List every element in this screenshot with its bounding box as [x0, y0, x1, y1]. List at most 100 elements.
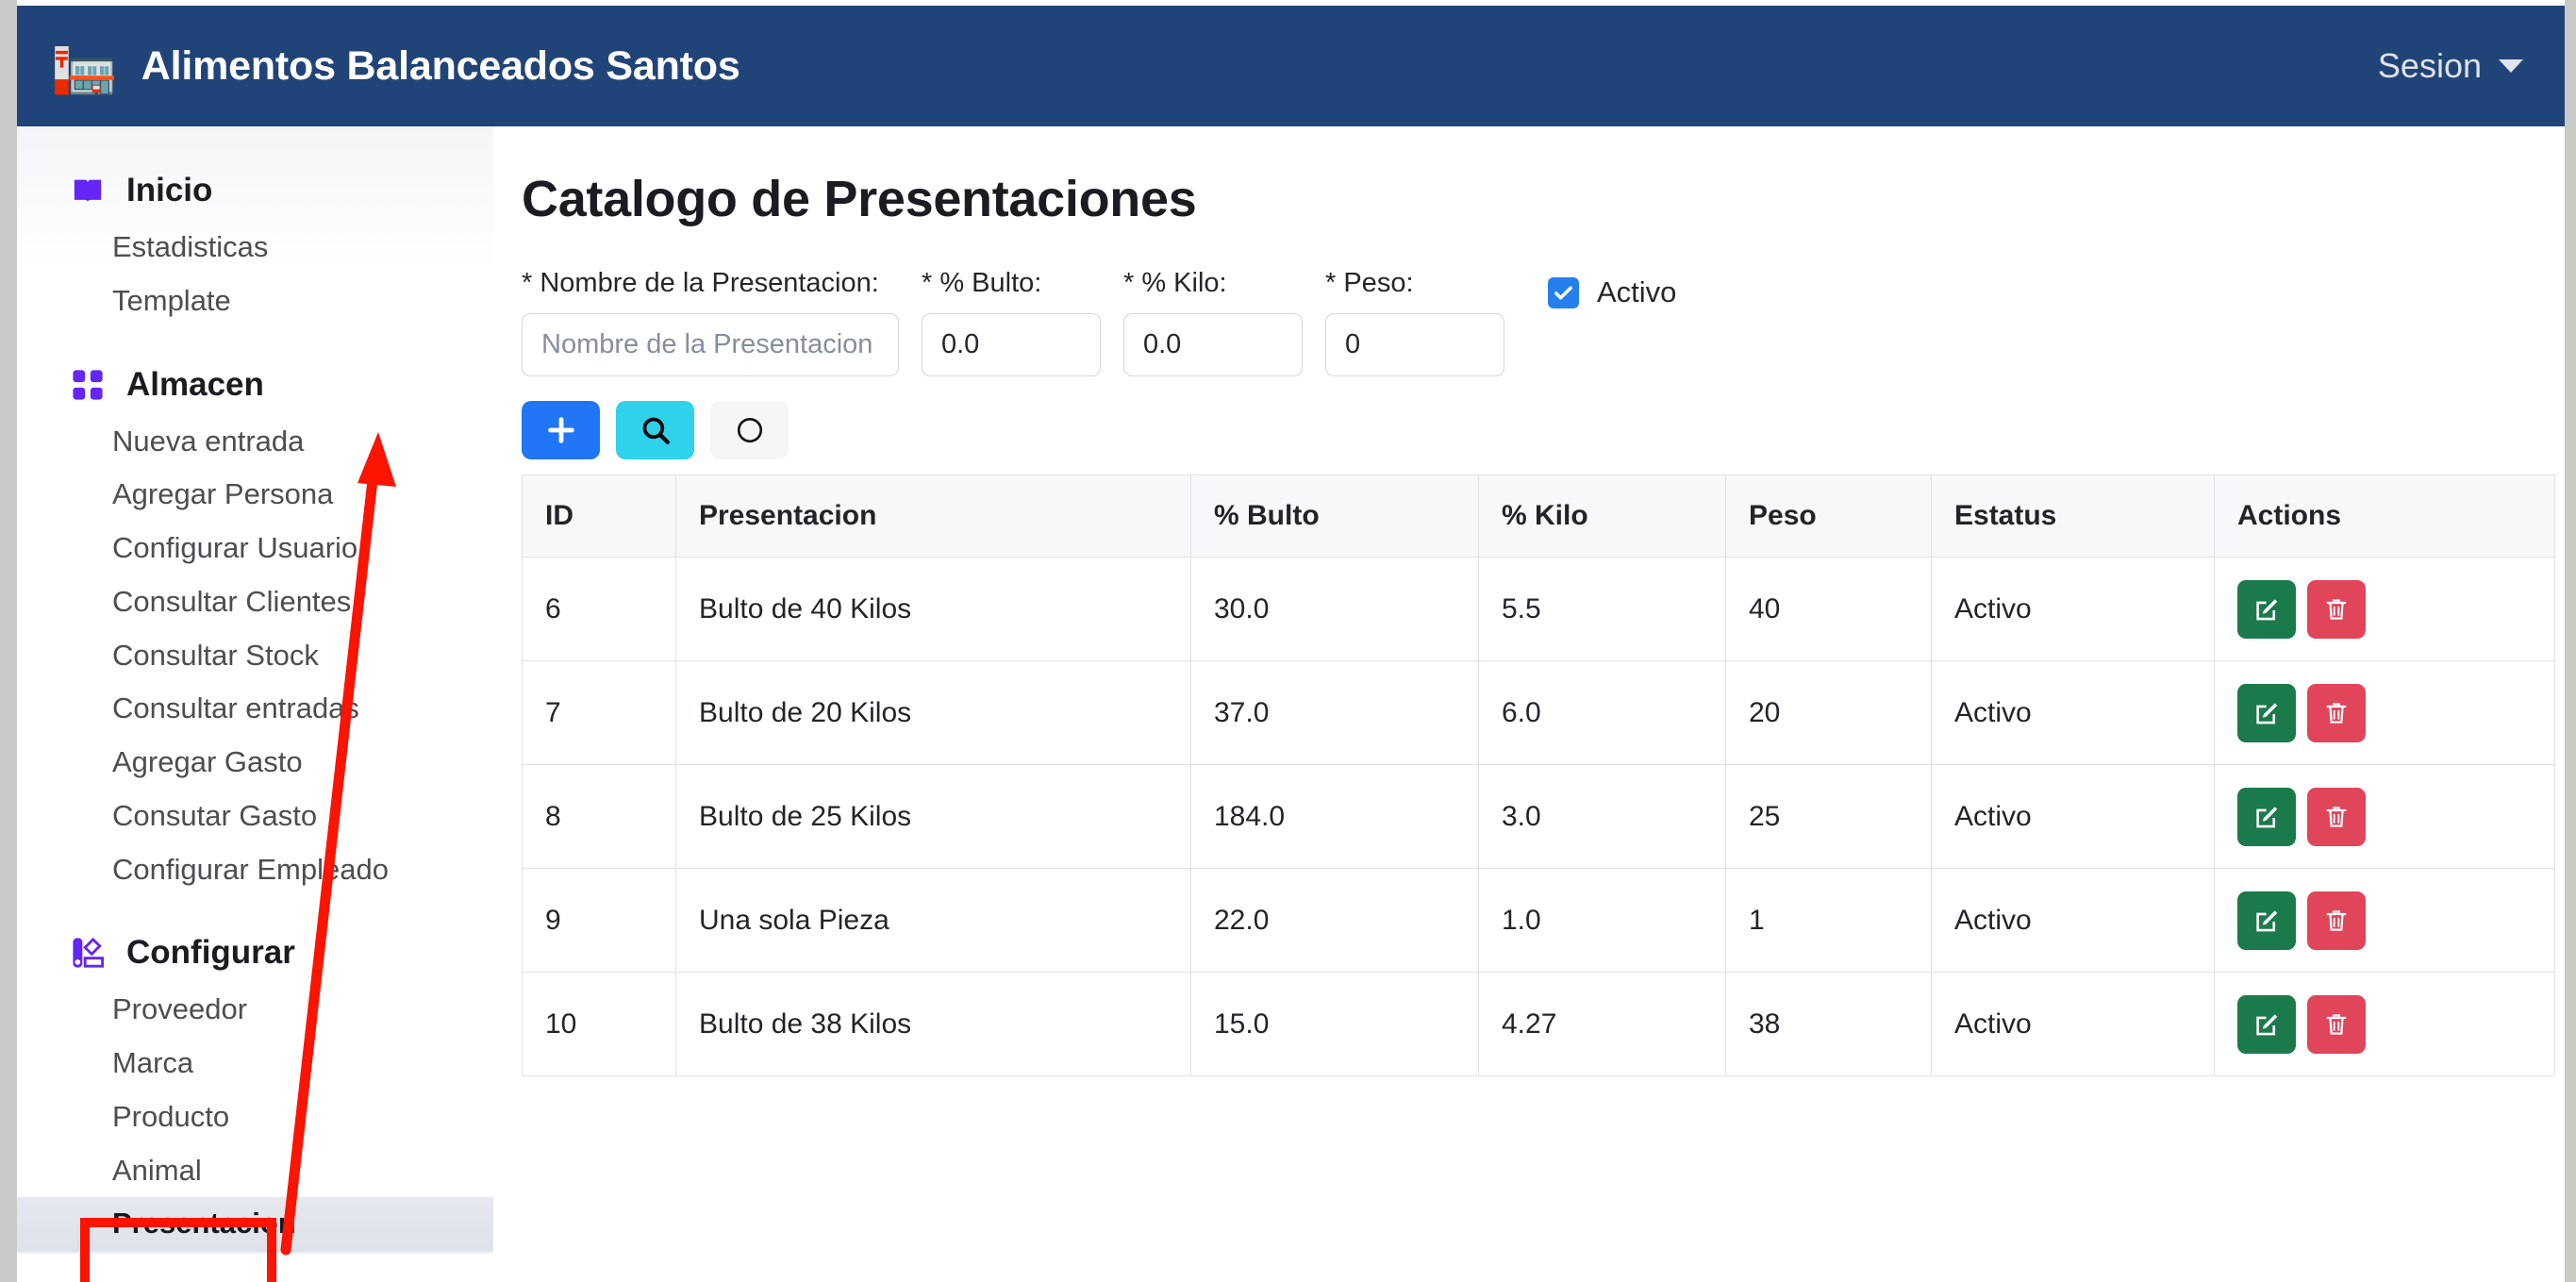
delete-button[interactable] — [2307, 891, 2366, 950]
cell-presentacion: Bulto de 25 Kilos — [675, 764, 1191, 869]
sidebar-item-configurar-empleado[interactable]: Configurar Empleado — [17, 843, 493, 897]
edit-button[interactable] — [2237, 579, 2296, 639]
table-row: 9 Una sola Pieza 22.0 1.0 1 Activo — [522, 868, 2555, 973]
trash-icon — [2326, 806, 2347, 827]
circle-icon — [737, 417, 762, 443]
trash-icon — [2326, 598, 2347, 620]
sidebar-item-proveedor[interactable]: Proveedor — [17, 983, 493, 1037]
search-icon — [642, 417, 670, 444]
sidebar-section-almacen[interactable]: Almacen — [17, 360, 493, 409]
column-header-actions: Actions — [2214, 475, 2555, 558]
column-header-presentacion[interactable]: Presentacion — [675, 475, 1191, 558]
cell-bulto: 30.0 — [1190, 557, 1479, 661]
pencil-square-icon — [2256, 1013, 2278, 1035]
sidebar-item-consultar-stock[interactable]: Consultar Stock — [17, 629, 493, 683]
table-row: 10 Bulto de 38 Kilos 15.0 4.27 38 Activo — [522, 972, 2555, 1076]
cell-actions — [2214, 764, 2555, 869]
table-header: ID Presentacion % Bulto % Kilo Peso Esta… — [522, 475, 2555, 558]
cell-kilo: 3.0 — [1478, 764, 1726, 869]
edit-button[interactable] — [2237, 683, 2296, 742]
pencil-square-icon — [2256, 598, 2278, 620]
sidebar-section-label: Configurar — [126, 934, 295, 972]
sidebar-item-consultar-clientes[interactable]: Consultar Clientes — [17, 575, 493, 629]
session-menu[interactable]: Sesion — [2378, 46, 2523, 86]
app-title: Alimentos Balanceados Santos — [141, 42, 740, 89]
sidebar-item-presentacion[interactable]: Presentacion — [17, 1197, 493, 1251]
delete-button[interactable] — [2307, 579, 2366, 639]
pencil-square-icon — [2256, 806, 2278, 827]
sidebar-item-animal[interactable]: Animal — [17, 1144, 493, 1198]
sidebar-item-configurar-usuario[interactable]: Configurar Usuario — [17, 522, 493, 575]
bulto-input[interactable] — [922, 313, 1101, 376]
cell-estatus: Activo — [1931, 660, 2215, 765]
cell-bulto: 22.0 — [1190, 868, 1479, 973]
brand[interactable]: 🏣 Alimentos Balanceados Santos — [51, 40, 740, 92]
field-bulto: * % Bulto: — [922, 268, 1101, 376]
table-row: 8 Bulto de 25 Kilos 184.0 3.0 25 Activo — [522, 764, 2555, 869]
trash-icon — [2326, 702, 2347, 724]
sidebar-item-agregar-persona[interactable]: Agregar Persona — [17, 468, 493, 522]
table-body: 6 Bulto de 40 Kilos 30.0 5.5 40 Activo 7 Bulto … — [522, 557, 2555, 1076]
sidebar-item-nueva-entrada[interactable]: Nueva entrada — [17, 415, 493, 469]
sidebar-item-template[interactable]: Template — [17, 275, 493, 328]
delete-button[interactable] — [2307, 787, 2366, 846]
book-icon — [74, 179, 102, 202]
sidebar-item-marca[interactable]: Marca — [17, 1037, 493, 1091]
label-bulto: * % Bulto: — [922, 268, 1042, 298]
activo-checkbox[interactable] — [1548, 276, 1579, 308]
cell-presentacion: Bulto de 20 Kilos — [675, 660, 1191, 765]
activo-checkbox-group[interactable]: Activo — [1548, 268, 1676, 309]
sidebar-item-estadisticas[interactable]: Estadisticas — [17, 221, 493, 275]
browser-page: 🏣 Alimentos Balanceados Santos Sesion In… — [17, 0, 2565, 1282]
sidebar-item-consultar-entradas[interactable]: Consultar entradas — [17, 682, 493, 736]
sidebar: Inicio Estadisticas Template Almacen Nue… — [17, 126, 493, 1282]
trash-icon — [2326, 1013, 2347, 1035]
edit-button[interactable] — [2237, 994, 2296, 1054]
cell-actions — [2214, 868, 2555, 973]
sidebar-item-consutar-gasto[interactable]: Consutar Gasto — [17, 790, 493, 843]
column-header-bulto[interactable]: % Bulto — [1190, 475, 1479, 558]
search-button[interactable] — [616, 401, 694, 459]
cell-bulto: 15.0 — [1190, 972, 1479, 1076]
palette-icon — [73, 938, 104, 968]
field-nombre: * Nombre de la Presentacion: — [522, 268, 899, 376]
edit-button[interactable] — [2237, 787, 2296, 846]
cell-bulto: 184.0 — [1190, 764, 1479, 869]
field-kilo: * % Kilo: — [1123, 268, 1303, 376]
page-title: Catalogo de Presentaciones — [522, 171, 1197, 227]
table-row: 7 Bulto de 20 Kilos 37.0 6.0 20 Activo — [522, 660, 2555, 765]
chevron-down-icon — [2499, 59, 2523, 73]
label-kilo: * % Kilo: — [1123, 268, 1227, 298]
edit-button[interactable] — [2237, 891, 2296, 950]
delete-button[interactable] — [2307, 994, 2366, 1054]
field-peso: * Peso: — [1325, 268, 1504, 376]
cell-presentacion: Bulto de 38 Kilos — [675, 972, 1191, 1076]
sidebar-section-label: Almacen — [126, 365, 264, 403]
label-nombre: * Nombre de la Presentacion: — [522, 268, 879, 298]
cell-id: 6 — [522, 557, 676, 661]
peso-input[interactable] — [1325, 313, 1504, 376]
column-header-estatus[interactable]: Estatus — [1931, 475, 2215, 558]
filter-form: * Nombre de la Presentacion: * % Bulto: … — [522, 268, 2518, 376]
nombre-input[interactable] — [522, 313, 899, 376]
cell-estatus: Activo — [1931, 557, 2215, 661]
sidebar-item-producto[interactable]: Producto — [17, 1091, 493, 1144]
delete-button[interactable] — [2307, 683, 2366, 742]
cell-peso: 1 — [1725, 868, 1932, 973]
add-button[interactable] — [522, 401, 600, 459]
cell-peso: 20 — [1725, 660, 1932, 765]
column-header-id[interactable]: ID — [522, 475, 676, 558]
cell-id: 10 — [522, 972, 676, 1076]
sidebar-section-configurar[interactable]: Configurar — [17, 928, 493, 977]
plus-icon — [547, 417, 574, 443]
table-header-row: ID Presentacion % Bulto % Kilo Peso Esta… — [522, 475, 2555, 558]
kilo-input[interactable] — [1123, 313, 1303, 376]
column-header-kilo[interactable]: % Kilo — [1478, 475, 1726, 558]
sidebar-section-inicio[interactable]: Inicio — [17, 166, 493, 215]
trash-icon — [2326, 909, 2347, 931]
presentaciones-table: ID Presentacion % Bulto % Kilo Peso Esta… — [522, 475, 2555, 1076]
clear-button[interactable] — [710, 401, 789, 459]
column-header-peso[interactable]: Peso — [1725, 475, 1932, 558]
screenshot-root: 🏣 Alimentos Balanceados Santos Sesion In… — [0, 0, 2576, 1282]
sidebar-item-agregar-gasto[interactable]: Agregar Gasto — [17, 736, 493, 790]
